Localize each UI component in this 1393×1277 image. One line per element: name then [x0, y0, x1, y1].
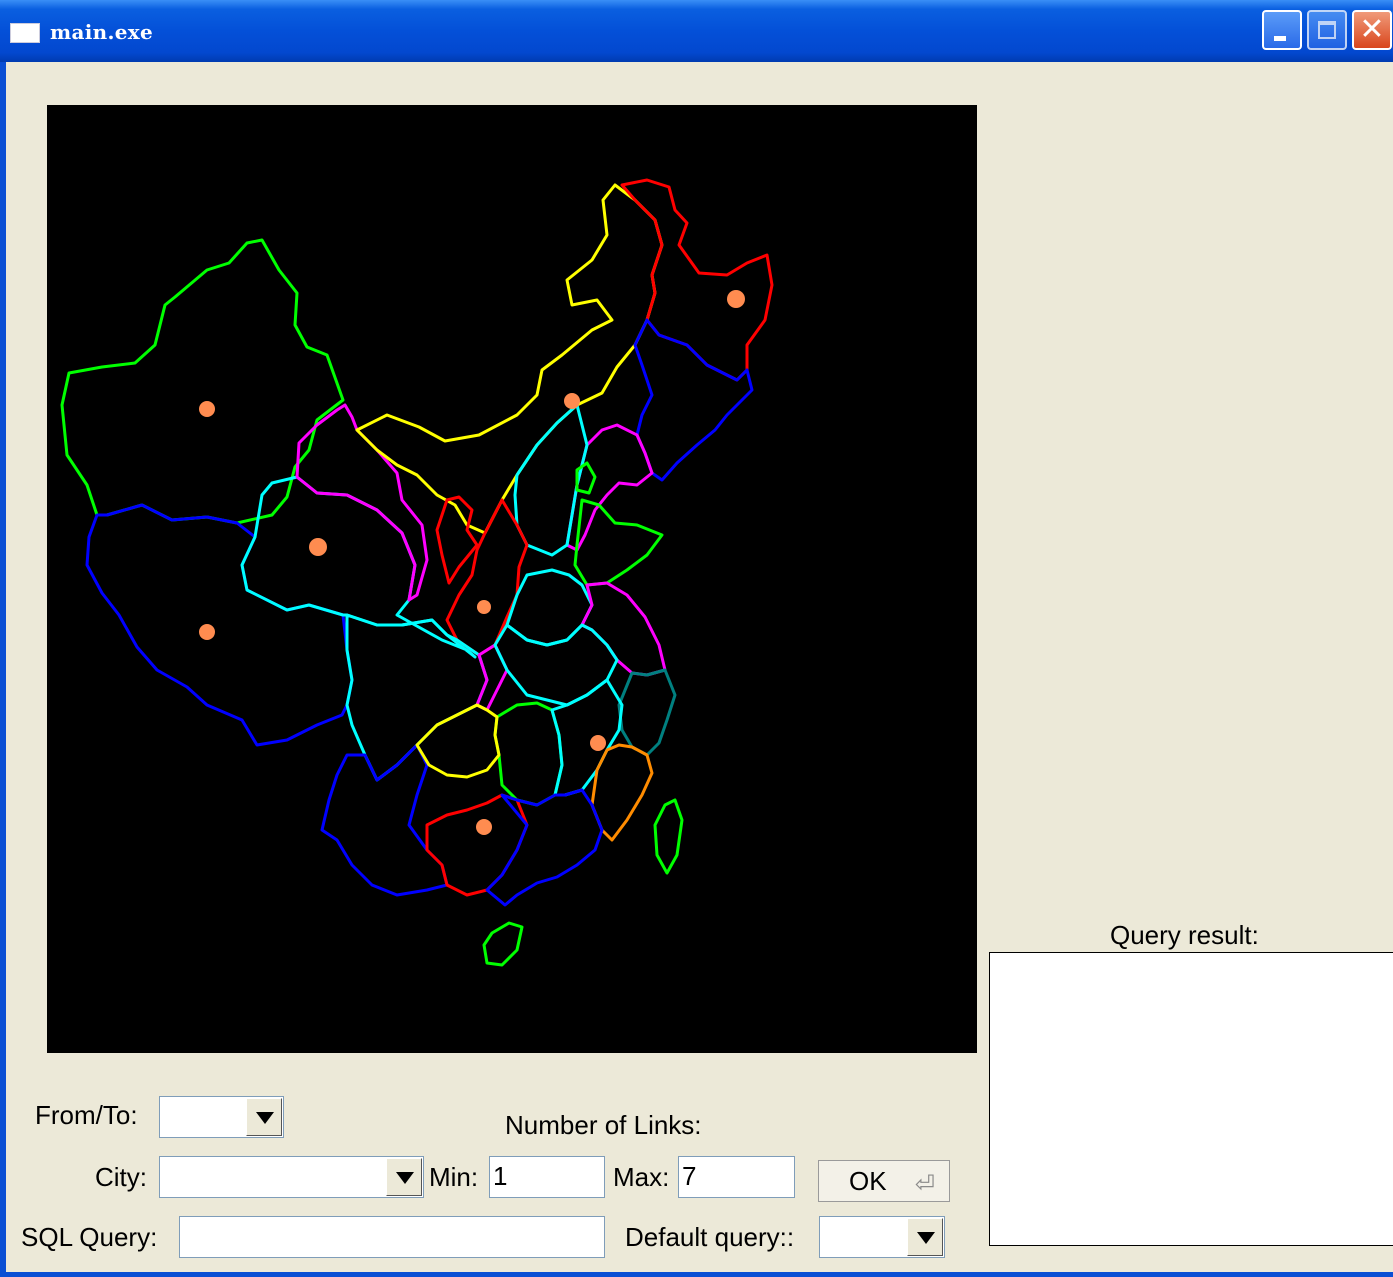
city-select[interactable]: [159, 1156, 424, 1198]
region-outline: [580, 581, 667, 677]
region-outline: [345, 613, 489, 782]
maximize-button[interactable]: [1307, 10, 1347, 50]
chevron-down-icon[interactable]: [386, 1158, 422, 1196]
number-of-links-label: Number of Links:: [505, 1110, 702, 1140]
region-outline: [475, 643, 509, 712]
city-label: City:: [95, 1162, 147, 1192]
minimize-icon: [1274, 36, 1286, 41]
default-query-select[interactable]: [819, 1216, 945, 1258]
window-border-bottom: [0, 1272, 1393, 1277]
minimize-button[interactable]: [1262, 10, 1302, 50]
sql-query-input[interactable]: [179, 1216, 605, 1258]
default-query-label: Default query::: [625, 1222, 795, 1252]
app-icon: [10, 23, 40, 43]
main-window: main.exe ✕ From/To: Number of Links: Cit…: [0, 0, 1393, 1277]
maximize-icon: [1318, 21, 1336, 39]
ok-button-label: OK: [849, 1166, 887, 1196]
chevron-down-icon[interactable]: [246, 1098, 282, 1136]
region-outline: [617, 668, 677, 757]
region-outline: [493, 623, 619, 707]
map-canvas[interactable]: [47, 105, 977, 1053]
query-result-label: Query result:: [1110, 920, 1259, 950]
close-icon: ✕: [1359, 12, 1385, 47]
from-to-label: From/To:: [35, 1100, 138, 1130]
region-outline: [493, 701, 564, 807]
region-outline: [550, 678, 624, 797]
sql-query-label: SQL Query:: [21, 1222, 158, 1252]
chevron-down-icon[interactable]: [907, 1218, 943, 1256]
min-links-input[interactable]: 1: [489, 1156, 605, 1198]
max-links-input[interactable]: 7: [678, 1156, 795, 1198]
from-to-select[interactable]: [159, 1096, 284, 1138]
city-markers: [199, 290, 745, 835]
ok-button[interactable]: OK ⏎: [818, 1160, 950, 1202]
region-outline: [573, 498, 664, 587]
return-icon: ⏎: [914, 1171, 935, 1198]
region-outline: [425, 793, 529, 897]
min-label: Min:: [429, 1162, 479, 1192]
region-outline: [653, 798, 684, 875]
region-outline: [620, 178, 774, 382]
region-outline: [355, 183, 664, 535]
window-title: main.exe: [50, 20, 153, 44]
region-outline: [320, 743, 449, 897]
region-outline: [633, 318, 754, 482]
title-bar[interactable]: main.exe ✕: [0, 0, 1393, 62]
region-outline: [485, 788, 604, 907]
close-button[interactable]: ✕: [1352, 10, 1392, 50]
window-border-left: [0, 62, 6, 1277]
region-outline: [415, 703, 501, 779]
max-label: Max:: [613, 1162, 670, 1192]
query-result-box[interactable]: [989, 952, 1393, 1246]
region-outline: [482, 921, 524, 967]
